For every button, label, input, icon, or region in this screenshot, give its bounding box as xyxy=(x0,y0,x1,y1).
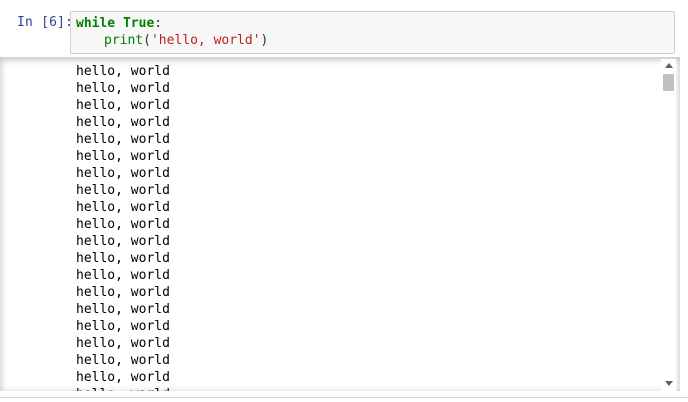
output-line: hello, world xyxy=(76,166,170,181)
output-line: hello, world xyxy=(76,149,170,164)
code-colon: : xyxy=(154,16,163,31)
output-line: hello, world xyxy=(76,285,170,300)
builtin-print: print xyxy=(104,33,144,48)
output-line: hello, world xyxy=(76,81,170,96)
triangle-up-icon[interactable] xyxy=(665,63,673,68)
code-cell[interactable]: In [6]: while True: print('hello, world'… xyxy=(0,0,688,58)
output-line: hello, world xyxy=(76,234,170,249)
notebook-page: In [6]: while True: print('hello, world'… xyxy=(0,0,688,402)
code-paren-open: ( xyxy=(143,33,151,48)
output-area[interactable]: hello, world hello, world hello, world hell… xyxy=(0,57,680,391)
cell-divider xyxy=(0,397,688,398)
output-line: hello, world xyxy=(76,319,170,334)
output-line: hello, world xyxy=(76,115,170,130)
output-line: hello, world xyxy=(76,336,170,351)
code-line-2: print('hello, world') xyxy=(104,33,268,49)
output-line: hello, world xyxy=(76,64,170,79)
output-line: hello, world xyxy=(76,353,170,368)
output-line: hello, world xyxy=(76,302,170,317)
keyword-true: True xyxy=(122,16,155,31)
scroll-thumb[interactable] xyxy=(663,74,674,91)
output-line: hello, world xyxy=(76,268,170,283)
code-line-1: while True: xyxy=(76,16,162,32)
code-editor[interactable]: while True: print('hello, world') xyxy=(70,11,675,54)
output-scrollbar[interactable] xyxy=(661,59,676,391)
code-string: 'hello, world' xyxy=(150,33,261,48)
output-line: hello, world xyxy=(76,98,170,113)
output-text: hello, world hello, world hello, world hell… xyxy=(76,63,170,391)
output-line: hello, world xyxy=(76,217,170,232)
code-paren-close: ) xyxy=(260,33,269,48)
triangle-down-icon[interactable] xyxy=(665,381,673,386)
input-prompt: In [6]: xyxy=(17,15,74,30)
output-line: hello, world xyxy=(76,370,170,385)
output-line: hello, world xyxy=(76,200,170,215)
output-line: hello, world xyxy=(76,132,170,147)
output-line: hello, world xyxy=(76,386,170,391)
keyword-while: while xyxy=(76,16,116,31)
output-line: hello, world xyxy=(76,183,170,198)
output-line: hello, world xyxy=(76,251,170,266)
